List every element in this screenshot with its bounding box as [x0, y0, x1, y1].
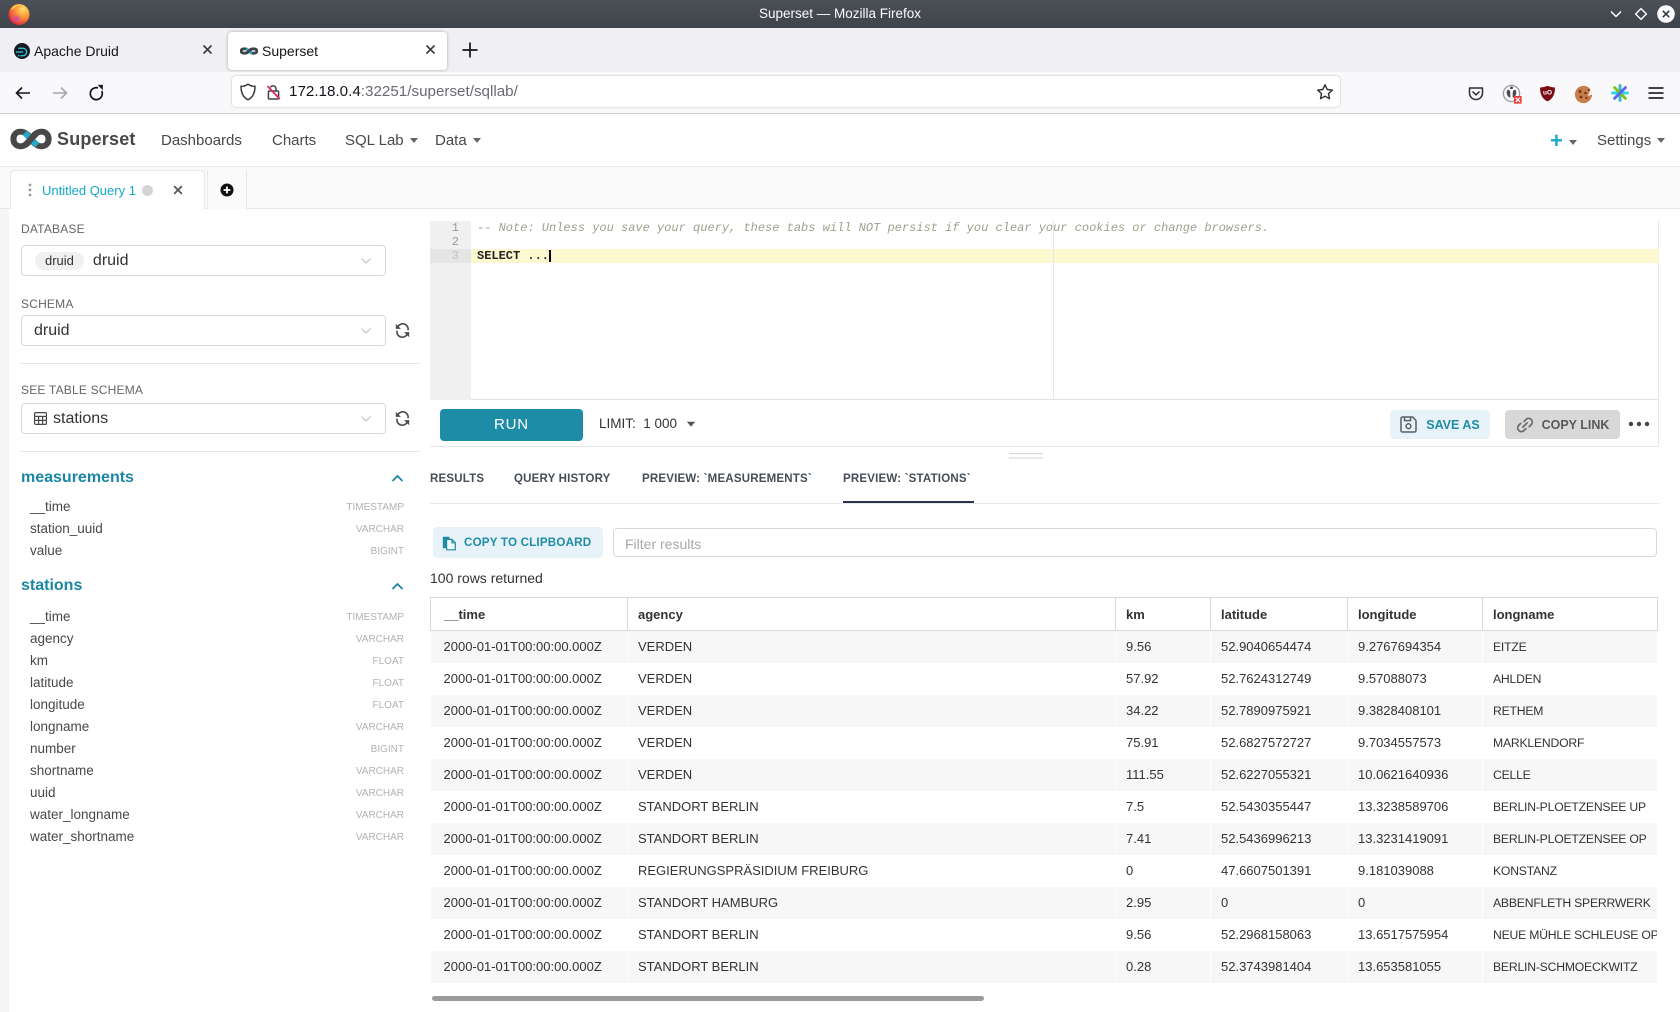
svg-text:uO: uO: [1543, 90, 1552, 97]
